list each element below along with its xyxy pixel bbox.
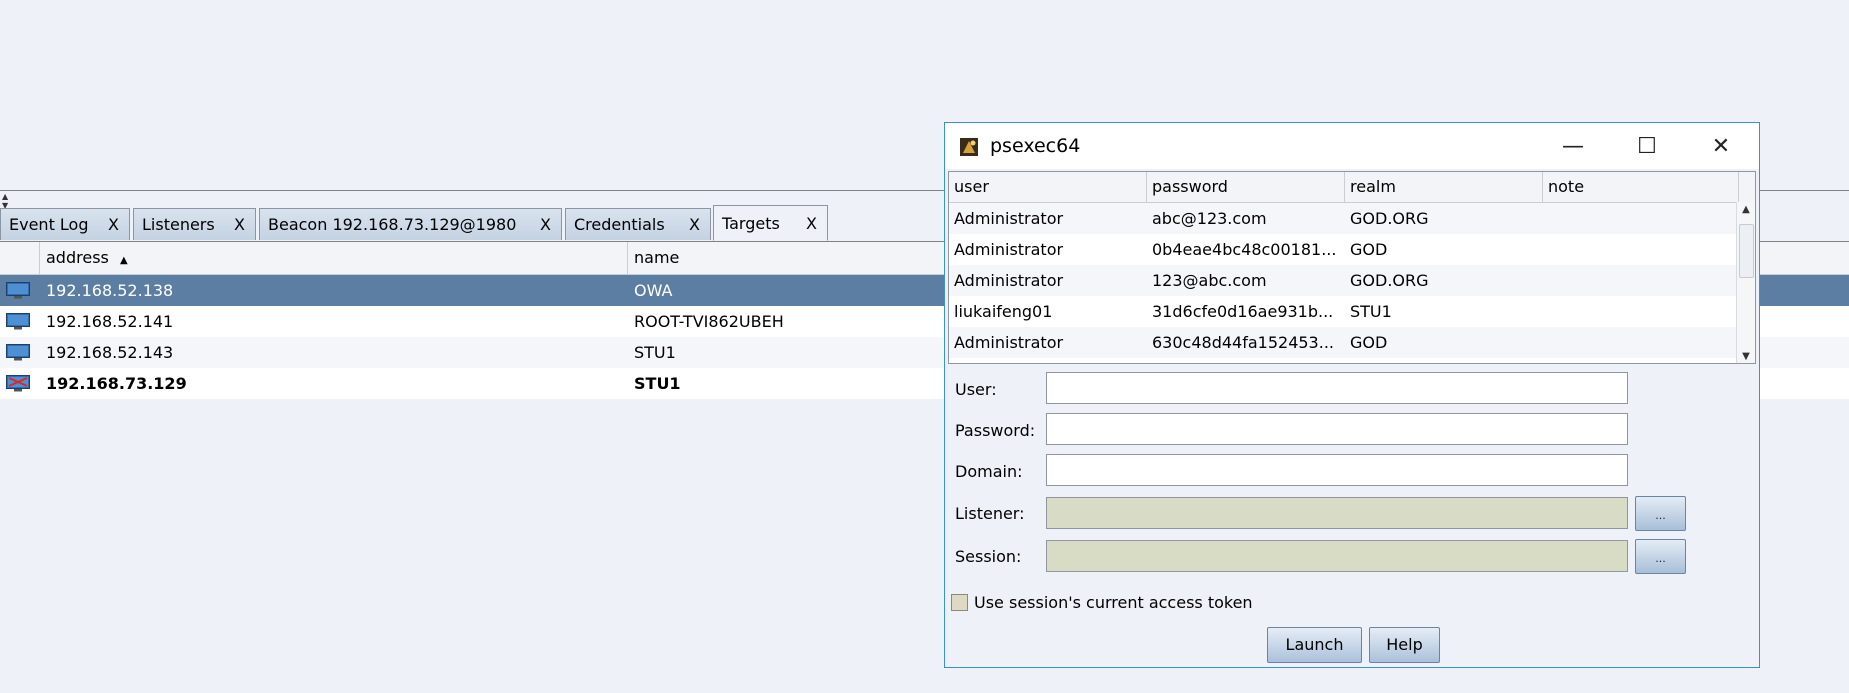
psexec-dialog: psexec64 — ☐ ✕ user password realm note … — [944, 122, 1760, 668]
credentials-table-header: user password realm note — [949, 172, 1755, 203]
app-icon — [960, 138, 978, 156]
minimize-icon[interactable]: — — [1553, 129, 1593, 163]
dialog-title: psexec64 — [990, 135, 1081, 157]
scroll-down-icon[interactable]: ▼ — [1737, 351, 1755, 362]
password-label: Password: — [955, 421, 1036, 440]
password-cell: 0b4eae4bc48c00181... — [1152, 240, 1337, 259]
listener-label: Listener: — [955, 504, 1025, 523]
credential-row[interactable]: Administrator abc@123.com GOD.ORG — [949, 203, 1755, 234]
tab-label: Listeners — [142, 215, 215, 234]
tab-label: Credentials — [574, 215, 665, 234]
column-label: realm — [1350, 177, 1396, 196]
password-column-header[interactable]: password — [1147, 172, 1345, 202]
tab-label: Event Log — [9, 215, 89, 234]
address-cell: 192.168.52.143 — [46, 343, 174, 362]
compromised-monitor-icon — [6, 375, 30, 392]
monitor-icon — [6, 313, 30, 330]
tab-credentials[interactable]: Credentials X — [565, 208, 711, 240]
name-cell: ROOT-TVI862UBEH — [634, 312, 784, 331]
realm-cell: GOD.ORG — [1350, 271, 1429, 290]
column-label: password — [1152, 177, 1228, 196]
tab-label: Beacon 192.168.73.129@1980 — [268, 215, 517, 234]
monitor-icon — [6, 282, 30, 299]
credentials-table: user password realm note Administrator a… — [948, 171, 1756, 364]
use-token-checkbox-row[interactable]: Use session's current access token — [951, 593, 1253, 612]
user-cell: Administrator — [954, 209, 1064, 228]
realm-cell: STU1 — [1350, 302, 1392, 321]
column-label: address — [46, 248, 109, 267]
name-cell: OWA — [634, 281, 673, 300]
password-cell: 123@abc.com — [1152, 271, 1267, 290]
column-label: name — [634, 248, 680, 267]
password-cell: abc@123.com — [1152, 209, 1267, 228]
address-cell: 192.168.73.129 — [46, 374, 187, 393]
scrollbar-thumb[interactable] — [1739, 224, 1754, 278]
tab-beacon[interactable]: Beacon 192.168.73.129@1980 X — [259, 208, 562, 240]
domain-label: Domain: — [955, 462, 1023, 481]
icon-column-header[interactable] — [0, 242, 40, 274]
tab-targets[interactable]: Targets X — [713, 205, 828, 241]
user-column-header[interactable]: user — [949, 172, 1147, 202]
tab-label: Targets — [722, 213, 780, 233]
use-token-checkbox[interactable] — [951, 594, 968, 611]
tab-close-icon[interactable]: X — [540, 215, 551, 234]
domain-field[interactable] — [1046, 454, 1628, 486]
tab-event-log[interactable]: Event Log X — [0, 208, 130, 240]
address-column-header[interactable]: address ▲ — [40, 242, 628, 274]
credential-row[interactable]: liukaifeng01 31d6cfe0d16ae931b... STU1 — [949, 296, 1755, 327]
maximize-icon[interactable]: ☐ — [1627, 129, 1667, 163]
choose-listener-button[interactable]: ... — [1635, 496, 1686, 531]
dialog-titlebar[interactable]: psexec64 — ☐ ✕ — [945, 123, 1759, 169]
tab-close-icon[interactable]: X — [806, 214, 817, 233]
name-cell: STU1 — [634, 374, 681, 393]
tab-close-icon[interactable]: X — [689, 215, 700, 234]
realm-cell: GOD — [1350, 240, 1388, 259]
realm-cell: GOD — [1350, 333, 1388, 352]
use-token-label: Use session's current access token — [974, 593, 1253, 612]
address-cell: 192.168.52.138 — [46, 281, 174, 300]
realm-column-header[interactable]: realm — [1345, 172, 1543, 202]
user-cell: Administrator — [954, 240, 1064, 259]
note-column-header[interactable]: note — [1543, 172, 1739, 202]
session-label: Session: — [955, 547, 1022, 566]
user-label: User: — [955, 380, 997, 399]
credential-row[interactable]: Administrator 123@abc.com GOD.ORG — [949, 265, 1755, 296]
password-cell: 630c48d44fa152453... — [1152, 333, 1334, 352]
tab-listeners[interactable]: Listeners X — [133, 208, 256, 240]
user-cell: Administrator — [954, 333, 1064, 352]
column-label: note — [1548, 177, 1585, 196]
listener-field[interactable] — [1046, 497, 1628, 529]
help-button[interactable]: Help — [1369, 627, 1440, 663]
session-field[interactable] — [1046, 540, 1628, 572]
launch-button[interactable]: Launch — [1267, 627, 1362, 663]
name-cell: STU1 — [634, 343, 676, 362]
address-cell: 192.168.52.141 — [46, 312, 174, 331]
column-label: user — [954, 177, 989, 196]
credential-row[interactable]: Administrator 630c48d44fa152453... GOD — [949, 327, 1755, 358]
scroll-up-icon[interactable]: ▲ — [1737, 204, 1755, 215]
tab-close-icon[interactable]: X — [108, 215, 119, 234]
credential-row[interactable]: Administrator 0b4eae4bc48c00181... GOD — [949, 234, 1755, 265]
tab-close-icon[interactable]: X — [234, 215, 245, 234]
choose-session-button[interactable]: ... — [1635, 539, 1686, 574]
password-cell: 31d6cfe0d16ae931b... — [1152, 302, 1334, 321]
user-cell: liukaifeng01 — [954, 302, 1053, 321]
user-field[interactable] — [1046, 372, 1628, 404]
credentials-scrollbar[interactable]: ▲ ▼ — [1736, 202, 1755, 363]
close-icon[interactable]: ✕ — [1701, 129, 1741, 163]
realm-cell: GOD.ORG — [1350, 209, 1429, 228]
password-field[interactable] — [1046, 413, 1628, 445]
monitor-icon — [6, 344, 30, 361]
sort-ascending-icon: ▲ — [119, 255, 128, 266]
user-cell: Administrator — [954, 271, 1064, 290]
